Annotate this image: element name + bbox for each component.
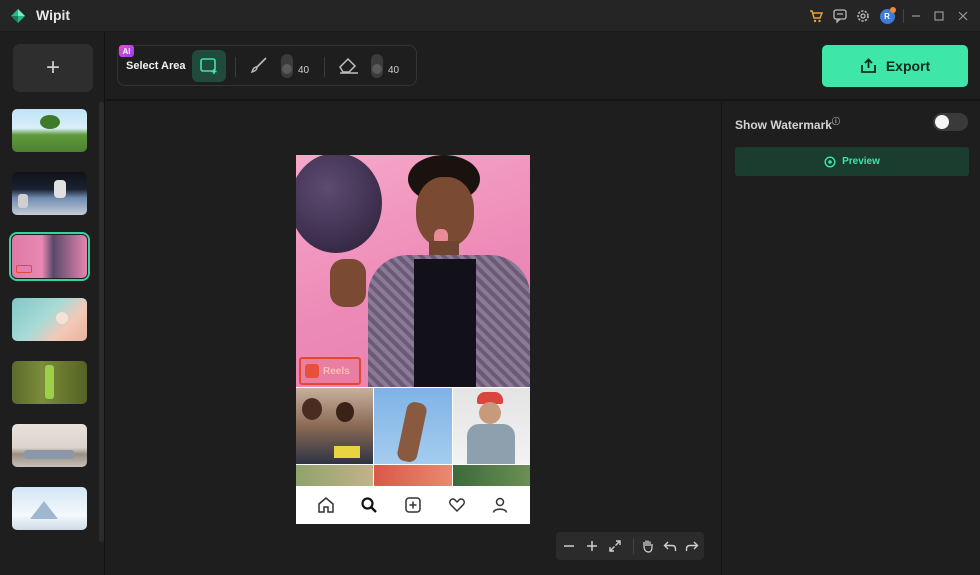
zoom-in-icon[interactable] <box>582 536 602 556</box>
grid-photo-man-cap <box>453 388 530 464</box>
avatar[interactable]: R <box>877 6 897 26</box>
eye-icon <box>824 155 836 168</box>
sidebar-scrollbar[interactable] <box>99 102 104 542</box>
settings-icon[interactable] <box>853 6 873 26</box>
grid-photo-flowers <box>296 465 373 486</box>
ai-badge: AI <box>119 45 134 57</box>
arm-shape <box>395 400 429 464</box>
eraser-icon[interactable] <box>338 56 360 79</box>
grid-photo-green <box>453 465 530 486</box>
reels-watermark-selection[interactable]: Reels <box>299 357 361 385</box>
title-bar: Wipit R <box>0 0 980 32</box>
thumbnail-astronaut-space[interactable] <box>12 172 87 215</box>
canvas-area[interactable]: Reels <box>106 100 720 575</box>
brush-icon[interactable] <box>249 55 269 80</box>
redo-icon[interactable] <box>682 536 702 556</box>
zoom-toolbar <box>556 532 704 560</box>
bottle-shape <box>45 365 54 399</box>
settings-panel: Show Watermarkⓘ Preview <box>721 100 980 575</box>
show-watermark-label: Show Watermarkⓘ <box>735 116 840 132</box>
fit-screen-icon[interactable] <box>605 536 625 556</box>
select-area-label: Select Area <box>126 60 186 72</box>
notification-dot <box>890 7 896 13</box>
add-image-button[interactable]: + <box>13 44 93 92</box>
profile-icon <box>492 497 508 513</box>
eraser-size-slider[interactable] <box>371 54 383 78</box>
grid-photo-red <box>374 465 452 486</box>
zoom-divider <box>633 538 634 554</box>
preview-button[interactable]: Preview <box>735 147 969 176</box>
astronaut-shape <box>54 180 66 198</box>
brush-size-value: 40 <box>298 65 310 76</box>
thumbnail-floating-food[interactable] <box>12 298 87 341</box>
reels-label: Reels <box>323 365 350 377</box>
home-icon <box>318 497 334 513</box>
grid-photo-hand-sky <box>374 388 452 464</box>
hand-pan-icon[interactable] <box>638 536 658 556</box>
brush-size-slider[interactable] <box>281 54 293 78</box>
grid-photo-couple <box>296 388 373 464</box>
close-icon[interactable] <box>953 6 973 26</box>
select-area-button[interactable] <box>192 50 226 82</box>
thumbnail-bottle-in-hand[interactable] <box>12 361 87 404</box>
food-shape <box>56 312 68 324</box>
select-area-icon <box>200 58 217 74</box>
jacket-shape-2 <box>467 424 515 464</box>
titlebar-divider <box>903 9 904 23</box>
info-icon[interactable]: ⓘ <box>832 117 840 126</box>
toolbar-divider-2 <box>324 57 325 77</box>
edited-image[interactable]: Reels <box>296 155 530 524</box>
cart-icon[interactable] <box>806 6 826 26</box>
minimize-icon[interactable] <box>906 6 926 26</box>
tree-shape <box>40 115 60 129</box>
plus-icon: + <box>45 54 60 81</box>
zoom-out-icon[interactable] <box>559 536 579 556</box>
thumbnail-island-landscape[interactable] <box>12 109 87 152</box>
sofa-shape <box>24 450 74 459</box>
image-list-sidebar: + <box>0 32 105 575</box>
image-hero-photo: Reels <box>296 155 530 387</box>
top-shape <box>414 259 476 387</box>
thumbnail-woman-basketball[interactable] <box>9 232 90 281</box>
mountain-shape <box>30 501 58 519</box>
app-logo-icon <box>11 9 25 23</box>
maximize-icon[interactable] <box>929 6 949 26</box>
edit-toolbar: AI Select Area 40 40 <box>117 45 417 86</box>
upload-icon <box>860 58 876 73</box>
reels-icon <box>305 364 319 378</box>
hand-shape <box>330 259 366 307</box>
message-icon[interactable] <box>830 6 850 26</box>
show-watermark-text: Show Watermark <box>735 118 832 132</box>
export-label: Export <box>885 58 931 74</box>
app-window: Wipit R + AI Select Area 40 40 Export Re… <box>0 0 980 575</box>
person-head-shape-3 <box>479 402 501 424</box>
thumb-reels-mark <box>16 265 32 273</box>
toolbar-divider <box>235 57 236 77</box>
new-post-icon <box>405 497 421 513</box>
book-shape <box>334 446 360 458</box>
undo-icon[interactable] <box>660 536 680 556</box>
preview-label: Preview <box>842 156 880 167</box>
show-watermark-toggle[interactable] <box>933 113 968 131</box>
heart-icon <box>448 498 465 513</box>
person-head-shape <box>302 398 322 420</box>
app-title: Wipit <box>36 7 71 23</box>
export-button[interactable]: Export <box>822 45 968 87</box>
person-head-shape-2 <box>336 402 354 422</box>
toggle-knob <box>935 115 949 129</box>
basketball-shape <box>296 155 382 253</box>
thumbnail-snow-mountain[interactable] <box>12 487 87 530</box>
astronaut-shape-2 <box>18 194 28 208</box>
search-icon <box>361 497 378 513</box>
thumbnail-living-room[interactable] <box>12 424 87 467</box>
eraser-size-value: 40 <box>388 65 400 76</box>
phone-nav-bar <box>296 486 530 524</box>
